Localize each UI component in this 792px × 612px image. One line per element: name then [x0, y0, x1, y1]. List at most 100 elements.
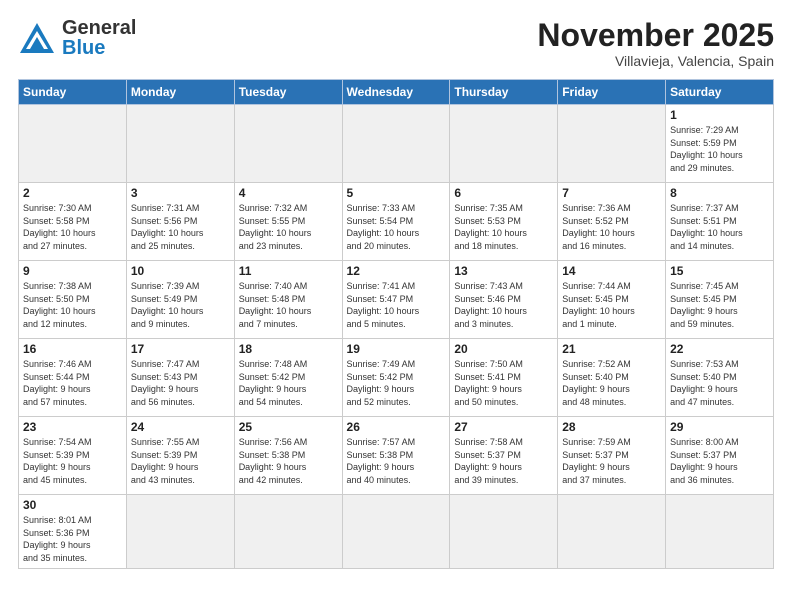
day-number: 2: [23, 186, 122, 200]
day-info: Sunrise: 7:36 AM Sunset: 5:52 PM Dayligh…: [562, 202, 661, 252]
calendar-day-18: 18Sunrise: 7:48 AM Sunset: 5:42 PM Dayli…: [234, 339, 342, 417]
day-header-sunday: Sunday: [19, 80, 127, 105]
calendar-day-22: 22 Sunrise: 7:53 AM Sunset: 5:40 PM Dayli…: [666, 339, 774, 417]
day-info: Sunrise: 7:44 AM Sunset: 5:45 PM Dayligh…: [562, 280, 661, 330]
day-number: 11: [239, 264, 338, 278]
day-info: Sunrise: 7:55 AM Sunset: 5:39 PM Dayligh…: [131, 436, 230, 486]
day-info: Sunrise: 7:56 AM Sunset: 5:38 PM Dayligh…: [239, 436, 338, 486]
calendar-day-23: 23 Sunrise: 7:54 AM Sunset: 5:39 PM Dayli…: [19, 417, 127, 495]
calendar-empty-cell: [126, 105, 234, 183]
day-info: Sunrise: 7:29 AM Sunset: 5:59 PM Dayligh…: [670, 124, 769, 174]
day-number: 8: [670, 186, 769, 200]
calendar-week-3: 16 Sunrise: 7:46 AM Sunset: 5:44 PM Dayli…: [19, 339, 774, 417]
title-block: November 2025 Villavieja, Valencia, Spai…: [537, 18, 774, 69]
location: Villavieja, Valencia, Spain: [537, 53, 774, 69]
day-number: 29: [670, 420, 769, 434]
day-header-saturday: Saturday: [666, 80, 774, 105]
calendar-day-8: 8 Sunrise: 7:37 AM Sunset: 5:51 PM Daylig…: [666, 183, 774, 261]
day-number: 15: [670, 264, 769, 278]
calendar: SundayMondayTuesdayWednesdayThursdayFrid…: [18, 79, 774, 568]
day-info: Sunrise: 7:45 AM Sunset: 5:45 PM Dayligh…: [670, 280, 769, 330]
day-number: 18: [239, 342, 338, 356]
month-title: November 2025: [537, 18, 774, 53]
day-info: Sunrise: 8:00 AM Sunset: 5:37 PM Dayligh…: [670, 436, 769, 486]
logo-general-text: General: [62, 18, 136, 38]
calendar-day-9: 9Sunrise: 7:38 AM Sunset: 5:50 PM Daylig…: [19, 261, 127, 339]
day-number: 3: [131, 186, 230, 200]
day-number: 4: [239, 186, 338, 200]
calendar-empty-cell: [450, 105, 558, 183]
calendar-header-row: SundayMondayTuesdayWednesdayThursdayFrid…: [19, 80, 774, 105]
calendar-day-28: 28Sunrise: 7:59 AM Sunset: 5:37 PM Dayli…: [558, 417, 666, 495]
calendar-week-0: 1Sunrise: 7:29 AM Sunset: 5:59 PM Daylig…: [19, 105, 774, 183]
day-number: 25: [239, 420, 338, 434]
calendar-empty-cell: [342, 105, 450, 183]
calendar-week-5: 30 Sunrise: 8:01 AM Sunset: 5:36 PM Dayli…: [19, 495, 774, 568]
calendar-day-7: 7Sunrise: 7:36 AM Sunset: 5:52 PM Daylig…: [558, 183, 666, 261]
day-info: Sunrise: 7:58 AM Sunset: 5:37 PM Dayligh…: [454, 436, 553, 486]
logo-icon: [18, 19, 56, 57]
header: General Blue November 2025 Villavieja, V…: [18, 18, 774, 69]
calendar-day-24: 24 Sunrise: 7:55 AM Sunset: 5:39 PM Dayli…: [126, 417, 234, 495]
calendar-empty-cell: [234, 105, 342, 183]
calendar-day-3: 3Sunrise: 7:31 AM Sunset: 5:56 PM Daylig…: [126, 183, 234, 261]
calendar-day-20: 20 Sunrise: 7:50 AM Sunset: 5:41 PM Dayli…: [450, 339, 558, 417]
day-number: 20: [454, 342, 553, 356]
day-header-friday: Friday: [558, 80, 666, 105]
day-number: 6: [454, 186, 553, 200]
calendar-day-19: 19Sunrise: 7:49 AM Sunset: 5:42 PM Dayli…: [342, 339, 450, 417]
calendar-day-10: 10 Sunrise: 7:39 AM Sunset: 5:49 PM Dayli…: [126, 261, 234, 339]
day-header-wednesday: Wednesday: [342, 80, 450, 105]
day-info: Sunrise: 7:54 AM Sunset: 5:39 PM Dayligh…: [23, 436, 122, 486]
day-info: Sunrise: 7:37 AM Sunset: 5:51 PM Dayligh…: [670, 202, 769, 252]
day-number: 23: [23, 420, 122, 434]
day-header-tuesday: Tuesday: [234, 80, 342, 105]
calendar-day-29: 29 Sunrise: 8:00 AM Sunset: 5:37 PM Dayli…: [666, 417, 774, 495]
day-info: Sunrise: 7:30 AM Sunset: 5:58 PM Dayligh…: [23, 202, 122, 252]
day-number: 30: [23, 498, 122, 512]
calendar-day-4: 4Sunrise: 7:32 AM Sunset: 5:55 PM Daylig…: [234, 183, 342, 261]
day-header-thursday: Thursday: [450, 80, 558, 105]
calendar-day-2: 2 Sunrise: 7:30 AM Sunset: 5:58 PM Daylig…: [19, 183, 127, 261]
day-info: Sunrise: 7:35 AM Sunset: 5:53 PM Dayligh…: [454, 202, 553, 252]
calendar-empty-cell: [126, 495, 234, 568]
calendar-day-26: 26Sunrise: 7:57 AM Sunset: 5:38 PM Dayli…: [342, 417, 450, 495]
day-number: 16: [23, 342, 122, 356]
day-number: 10: [131, 264, 230, 278]
calendar-week-1: 2 Sunrise: 7:30 AM Sunset: 5:58 PM Daylig…: [19, 183, 774, 261]
day-number: 5: [347, 186, 446, 200]
calendar-empty-cell: [558, 495, 666, 568]
calendar-day-5: 5 Sunrise: 7:33 AM Sunset: 5:54 PM Daylig…: [342, 183, 450, 261]
day-info: Sunrise: 7:59 AM Sunset: 5:37 PM Dayligh…: [562, 436, 661, 486]
day-number: 14: [562, 264, 661, 278]
day-info: Sunrise: 7:41 AM Sunset: 5:47 PM Dayligh…: [347, 280, 446, 330]
day-number: 19: [347, 342, 446, 356]
day-number: 12: [347, 264, 446, 278]
calendar-day-13: 13 Sunrise: 7:43 AM Sunset: 5:46 PM Dayli…: [450, 261, 558, 339]
day-info: Sunrise: 7:43 AM Sunset: 5:46 PM Dayligh…: [454, 280, 553, 330]
day-number: 21: [562, 342, 661, 356]
calendar-day-16: 16 Sunrise: 7:46 AM Sunset: 5:44 PM Dayli…: [19, 339, 127, 417]
calendar-day-11: 11Sunrise: 7:40 AM Sunset: 5:48 PM Dayli…: [234, 261, 342, 339]
day-number: 13: [454, 264, 553, 278]
day-header-monday: Monday: [126, 80, 234, 105]
day-number: 27: [454, 420, 553, 434]
day-info: Sunrise: 7:47 AM Sunset: 5:43 PM Dayligh…: [131, 358, 230, 408]
day-number: 17: [131, 342, 230, 356]
day-info: Sunrise: 7:46 AM Sunset: 5:44 PM Dayligh…: [23, 358, 122, 408]
calendar-week-2: 9Sunrise: 7:38 AM Sunset: 5:50 PM Daylig…: [19, 261, 774, 339]
day-number: 24: [131, 420, 230, 434]
day-info: Sunrise: 7:52 AM Sunset: 5:40 PM Dayligh…: [562, 358, 661, 408]
day-number: 22: [670, 342, 769, 356]
logo: General Blue: [18, 18, 136, 58]
day-number: 9: [23, 264, 122, 278]
day-info: Sunrise: 7:50 AM Sunset: 5:41 PM Dayligh…: [454, 358, 553, 408]
day-info: Sunrise: 8:01 AM Sunset: 5:36 PM Dayligh…: [23, 514, 122, 564]
day-info: Sunrise: 7:53 AM Sunset: 5:40 PM Dayligh…: [670, 358, 769, 408]
calendar-day-27: 27 Sunrise: 7:58 AM Sunset: 5:37 PM Dayli…: [450, 417, 558, 495]
calendar-day-14: 14 Sunrise: 7:44 AM Sunset: 5:45 PM Dayli…: [558, 261, 666, 339]
calendar-day-12: 12 Sunrise: 7:41 AM Sunset: 5:47 PM Dayli…: [342, 261, 450, 339]
calendar-day-6: 6 Sunrise: 7:35 AM Sunset: 5:53 PM Daylig…: [450, 183, 558, 261]
day-info: Sunrise: 7:33 AM Sunset: 5:54 PM Dayligh…: [347, 202, 446, 252]
day-info: Sunrise: 7:39 AM Sunset: 5:49 PM Dayligh…: [131, 280, 230, 330]
